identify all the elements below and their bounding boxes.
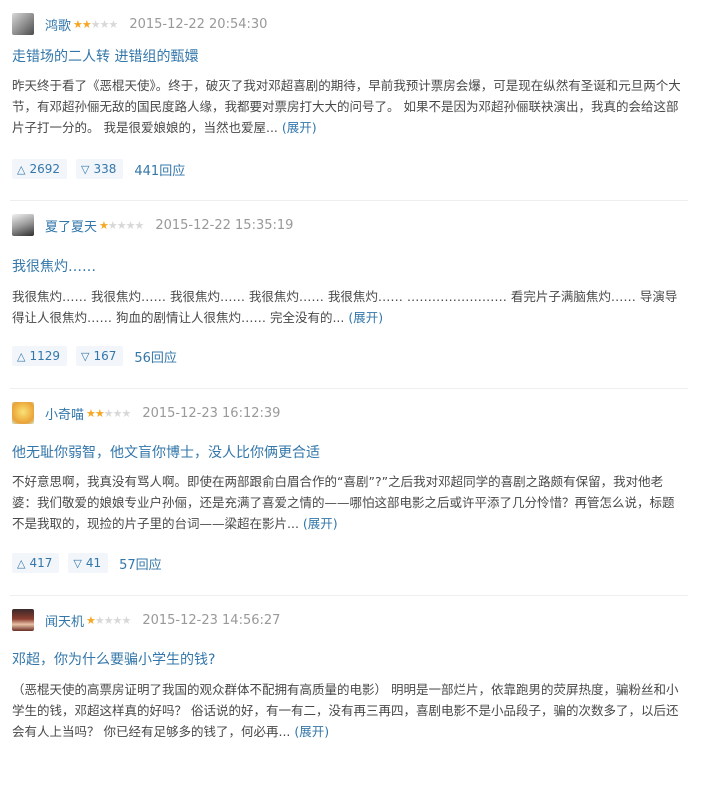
- rating-stars: ★★★★★: [86, 613, 131, 627]
- review-header: 闻天机 ★★★★★ 2015-12-23 14:56:27: [12, 609, 280, 631]
- triangle-up-icon: △: [17, 162, 26, 176]
- triangle-down-icon: ▽: [81, 162, 90, 176]
- review-list: 鸿歌 ★★★★★ 2015-12-22 20:54:30 走错场的二人转 进错组…: [10, 0, 688, 796]
- avatar[interactable]: [12, 402, 34, 424]
- review-item: 闻天机 ★★★★★ 2015-12-23 14:56:27 邓超，你为什么要骗小…: [10, 596, 688, 796]
- reply-link[interactable]: 441回应: [134, 160, 185, 179]
- review-content: 我很焦灼…… 我很焦灼…… 我很焦灼…… 我很焦灼…… 我很焦灼…… ………………: [12, 286, 684, 328]
- expand-link[interactable]: (展开): [294, 724, 329, 739]
- review-title[interactable]: 走错场的二人转 进错组的甄嬛: [12, 46, 198, 66]
- useful-button[interactable]: △ 417: [12, 553, 60, 573]
- username-link[interactable]: 小奇喵: [45, 404, 84, 423]
- username-link[interactable]: 鸿歌: [45, 15, 71, 34]
- review-header: 小奇喵 ★★★★★ 2015-12-23 16:12:39: [12, 402, 280, 424]
- useless-button[interactable]: ▽ 338: [76, 159, 124, 179]
- expand-link[interactable]: (展开): [348, 310, 383, 325]
- useless-button[interactable]: ▽ 41: [68, 553, 109, 573]
- avatar[interactable]: [12, 13, 34, 35]
- useful-button[interactable]: △ 1129: [12, 346, 68, 366]
- rating-stars: ★★★★★: [86, 406, 131, 420]
- rating-stars: ★★★★★: [73, 17, 118, 31]
- triangle-up-icon: △: [17, 556, 26, 570]
- review-header: 夏了夏天 ★★★★★ 2015-12-22 15:35:19: [12, 214, 293, 236]
- review-text: （恶棍天使的高票房证明了我国的观众群体不配拥有高质量的电影） 明明是一部烂片，依…: [12, 682, 679, 739]
- useless-count: 338: [93, 162, 117, 176]
- avatar[interactable]: [12, 214, 34, 236]
- review-item: 小奇喵 ★★★★★ 2015-12-23 16:12:39 他无耻你弱智，他文盲…: [10, 389, 688, 596]
- avatar[interactable]: [12, 609, 34, 631]
- review-content: 不好意思啊，我真没有骂人啊。即使在两部跟俞白眉合作的“喜剧”?”之后我对邓超同学…: [12, 471, 684, 534]
- useful-count: 2692: [29, 162, 61, 176]
- review-time: 2015-12-22 15:35:19: [155, 217, 294, 233]
- review-header: 鸿歌 ★★★★★ 2015-12-22 20:54:30: [12, 13, 267, 35]
- review-text: 我很焦灼…… 我很焦灼…… 我很焦灼…… 我很焦灼…… 我很焦灼…… ………………: [12, 289, 678, 325]
- review-text: 昨天终于看了《恶棍天使》。终于，破灭了我对邓超喜剧的期待，早前我预计票房会爆，可…: [12, 78, 681, 135]
- triangle-down-icon: ▽: [73, 556, 82, 570]
- review-title[interactable]: 我很焦灼……: [12, 256, 96, 276]
- review-actions: △ 2692 ▽ 338 441回应: [12, 159, 185, 179]
- triangle-down-icon: ▽: [81, 349, 90, 363]
- useless-button[interactable]: ▽ 167: [76, 346, 124, 366]
- username-link[interactable]: 夏了夏天: [45, 216, 97, 235]
- review-item: 鸿歌 ★★★★★ 2015-12-22 20:54:30 走错场的二人转 进错组…: [10, 0, 688, 201]
- useful-count: 417: [29, 556, 53, 570]
- review-content: （恶棍天使的高票房证明了我国的观众群体不配拥有高质量的电影） 明明是一部烂片，依…: [12, 679, 684, 742]
- review-time: 2015-12-22 20:54:30: [129, 16, 268, 32]
- expand-link[interactable]: (展开): [303, 516, 338, 531]
- review-time: 2015-12-23 16:12:39: [142, 405, 281, 421]
- reply-link[interactable]: 57回应: [119, 554, 162, 573]
- useful-count: 1129: [29, 349, 61, 363]
- useful-button[interactable]: △ 2692: [12, 159, 68, 179]
- rating-stars: ★★★★★: [99, 218, 144, 232]
- review-actions: △ 417 ▽ 41 57回应: [12, 553, 162, 573]
- review-content: 昨天终于看了《恶棍天使》。终于，破灭了我对邓超喜剧的期待，早前我预计票房会爆，可…: [12, 75, 684, 138]
- username-link[interactable]: 闻天机: [45, 611, 84, 630]
- review-title[interactable]: 他无耻你弱智，他文盲你博士，没人比你俩更合适: [12, 442, 320, 462]
- review-title[interactable]: 邓超，你为什么要骗小学生的钱?: [12, 649, 215, 669]
- review-actions: △ 1129 ▽ 167 56回应: [12, 346, 177, 366]
- triangle-up-icon: △: [17, 349, 26, 363]
- review-item: 夏了夏天 ★★★★★ 2015-12-22 15:35:19 我很焦灼…… 我很…: [10, 201, 688, 389]
- reply-link[interactable]: 56回应: [134, 347, 177, 366]
- useless-count: 41: [85, 556, 102, 570]
- review-time: 2015-12-23 14:56:27: [142, 612, 281, 628]
- review-text: 不好意思啊，我真没有骂人啊。即使在两部跟俞白眉合作的“喜剧”?”之后我对邓超同学…: [12, 474, 675, 531]
- useless-count: 167: [93, 349, 117, 363]
- expand-link[interactable]: (展开): [282, 120, 317, 135]
